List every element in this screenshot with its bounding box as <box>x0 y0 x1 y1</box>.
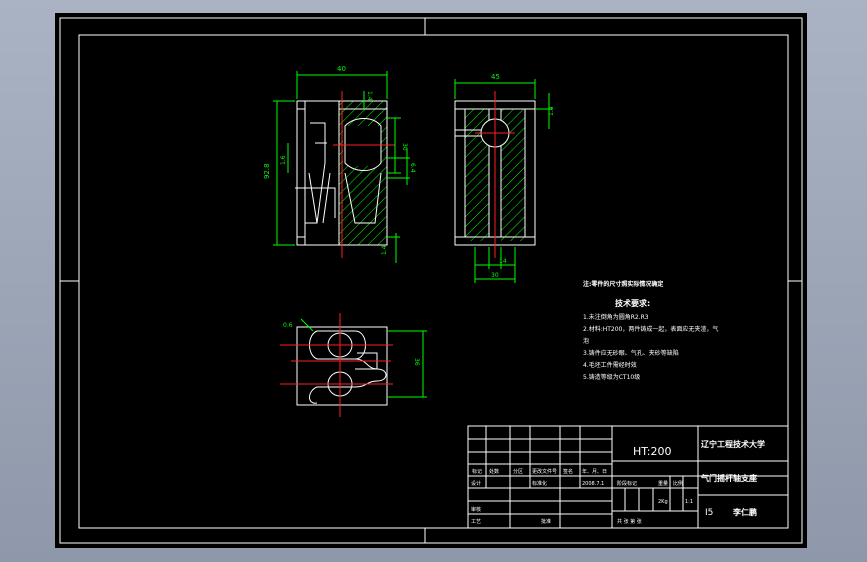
dim-top-64: 6.4 <box>409 163 416 173</box>
stage-label: 阶段标记 <box>617 480 637 487</box>
side-section-view: 45 1.4 14 30 <box>454 73 555 283</box>
inner-border <box>78 34 789 529</box>
dim-left-height: 92.8 <box>263 163 271 179</box>
technical-notes: 注:零件的尺寸照实际情况确定 技术要求: 1.未注倒角为圆角R2.R3 2.材料… <box>583 280 718 381</box>
row-review: 审核 <box>471 506 481 513</box>
material-label: HT:200 <box>633 445 671 458</box>
note-item-2: 2.材料:HT200，两件铸成一起，表面应无夹渣，气 <box>583 325 718 333</box>
title-block: 标记 处数 分区 更改文件号 签名 年、月、日 设计 标准化 2008.7.1 … <box>467 425 789 529</box>
cad-drawing: 40 1.4 30 6.4 92.8 1.6 1.4 45 1.4 14 30 … <box>59 17 803 544</box>
row-std: 标准化 <box>532 480 547 487</box>
rev-label-mark: 标记 <box>472 468 482 475</box>
design-date: 2008.7.1 <box>582 481 604 487</box>
school-name: 辽宁工程技术大学 <box>701 439 765 449</box>
weight-label: 重量 <box>658 480 668 487</box>
drawing-canvas: 40 1.4 30 6.4 92.8 1.6 1.4 45 1.4 14 30 … <box>55 13 807 548</box>
row-design: 设计 <box>471 480 481 487</box>
dim-top-r14: 1.4 <box>366 91 373 101</box>
rev-label-zone: 分区 <box>513 468 523 475</box>
front-section-view: 40 1.4 30 6.4 92.8 1.6 1.4 <box>263 65 416 263</box>
dim-top-width: 40 <box>337 65 346 73</box>
plan-view: 0.6 36 <box>280 313 427 417</box>
scale-label: 比例 <box>673 480 683 487</box>
dim-side-bottom-30: 30 <box>491 272 499 279</box>
rev-label-doc: 更改文件号 <box>532 468 557 475</box>
dim-side-bottom-14: 14 <box>499 258 507 265</box>
author-name: 李仁鹏 <box>732 507 757 517</box>
dim-plan-36: 36 <box>413 358 420 366</box>
rev-label-sign: 签名 <box>563 468 573 475</box>
dim-side-14: 1.4 <box>548 106 555 116</box>
notes-header: 注:零件的尺寸照实际情况确定 <box>583 280 663 288</box>
dim-bottom-14: 1.4 <box>381 245 388 255</box>
dim-plan-06: 0.6 <box>283 322 293 329</box>
weight-value: 2Kg <box>658 499 668 505</box>
part-name: 气门摇杆轴支座 <box>700 473 757 483</box>
row-process: 工艺 <box>471 519 481 525</box>
note-item-4: 3.铸件应无砂眼、气孔、夹砂等缺陷 <box>583 349 679 357</box>
row-approve: 批准 <box>541 518 551 525</box>
notes-title: 技术要求: <box>615 298 650 308</box>
outer-border <box>59 17 803 544</box>
rev-label-date: 年、月、日 <box>582 468 607 475</box>
note-item-5: 4.毛坯工件需经时效 <box>583 361 637 369</box>
note-item-1: 1.未注倒角为圆角R2.R3 <box>583 313 649 321</box>
rev-label-count: 处数 <box>489 468 499 475</box>
sheet-info: 共 张 第 张 <box>617 518 642 525</box>
note-item-6: 5.铸造等级为CT10级 <box>583 373 640 381</box>
scale-value: 1:1 <box>685 499 693 505</box>
drawing-number: I5 <box>705 508 713 518</box>
dim-side-width: 45 <box>491 73 500 81</box>
dim-left-16: 1.6 <box>280 155 287 165</box>
note-item-3: 泡 <box>583 337 589 345</box>
